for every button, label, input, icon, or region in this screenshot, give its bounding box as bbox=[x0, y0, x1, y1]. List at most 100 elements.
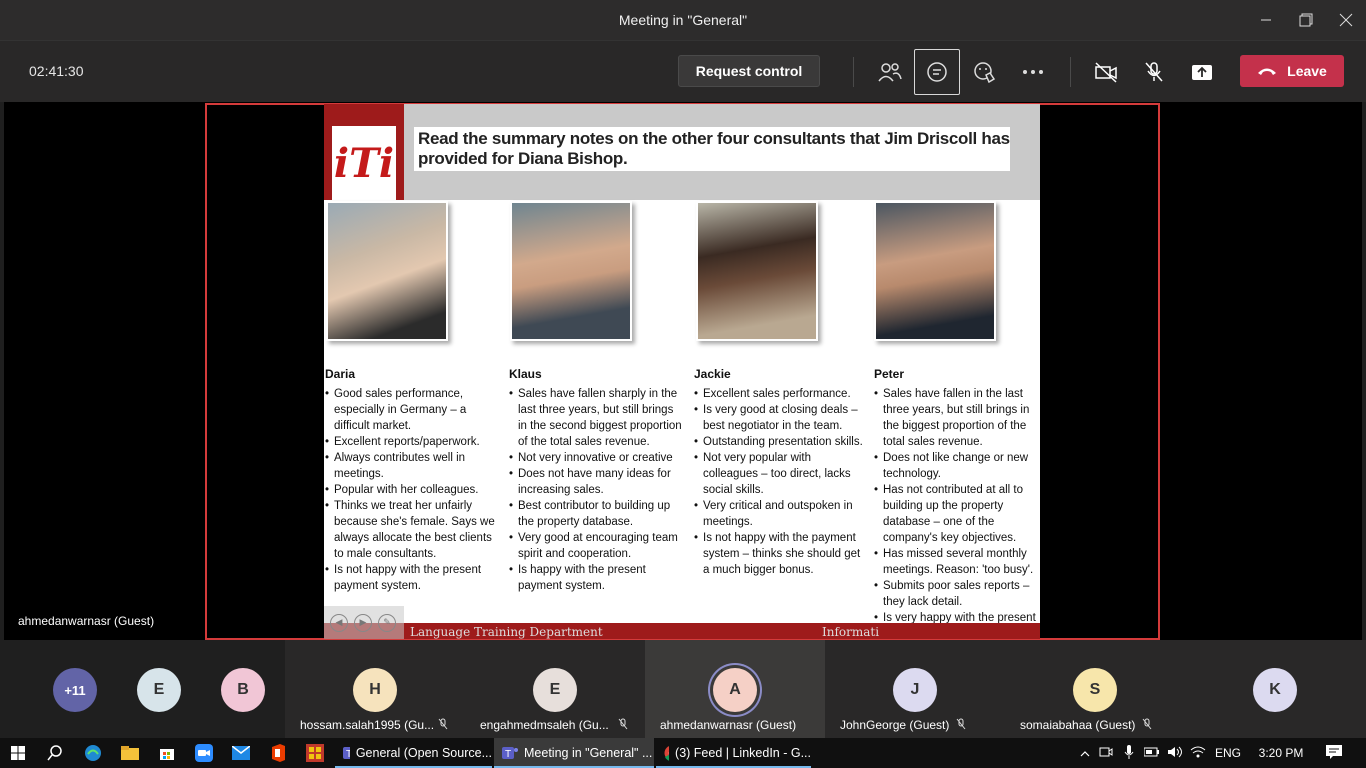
profile-note: Is happy with the present payment system… bbox=[509, 562, 684, 594]
chat-icon[interactable] bbox=[914, 49, 960, 95]
next-slide-icon[interactable]: ▶ bbox=[354, 613, 372, 632]
wifi-icon[interactable] bbox=[1186, 746, 1210, 761]
system-tray: ENG 3:20 PM bbox=[1076, 738, 1352, 768]
avatar[interactable]: B bbox=[221, 668, 265, 712]
profile-name: Daria bbox=[325, 367, 356, 381]
taskbar-app-chrome-linkedin[interactable]: (3) Feed | LinkedIn - G... bbox=[656, 738, 811, 768]
profile-name: Jackie bbox=[694, 367, 731, 381]
request-control-button[interactable]: Request control bbox=[678, 55, 820, 87]
previous-slide-icon[interactable]: ◀ bbox=[330, 613, 348, 632]
avatar: J bbox=[893, 668, 937, 712]
zoom-icon[interactable] bbox=[185, 738, 222, 768]
profile-note: Sales have fallen sharply in the last th… bbox=[509, 386, 684, 450]
office-icon[interactable] bbox=[259, 738, 296, 768]
teams-icon: T bbox=[343, 747, 350, 760]
profile-note: Very good at encouraging team spirit and… bbox=[509, 530, 684, 562]
participant-name: somaiabahaa (Guest) bbox=[1020, 718, 1136, 732]
taskbar-app-label: (3) Feed | LinkedIn - G... bbox=[675, 746, 811, 760]
photo-klaus bbox=[510, 201, 632, 341]
profile-peter: Peter Sales have fallen in the last thre… bbox=[874, 366, 1038, 639]
svg-text:T: T bbox=[505, 749, 511, 760]
profile-daria: Daria Good sales performance, especially… bbox=[325, 366, 495, 594]
iti-logo: iTi bbox=[332, 126, 396, 200]
slide-logo-band: iTi bbox=[324, 104, 404, 200]
minimize-icon[interactable] bbox=[1246, 0, 1286, 40]
profile-note: Does not like change or new technology. bbox=[874, 450, 1038, 482]
mail-icon[interactable] bbox=[222, 738, 259, 768]
footer-department: Language Training Department bbox=[410, 625, 603, 639]
meeting-timer: 02:41:30 bbox=[29, 63, 84, 79]
phone-hangup-icon bbox=[1258, 68, 1277, 75]
reactions-icon[interactable] bbox=[962, 49, 1008, 95]
participant-name: hossam.salah1995 (Gu... bbox=[300, 718, 435, 732]
clock[interactable]: 3:20 PM bbox=[1246, 746, 1316, 760]
meeting-toolbar: 02:41:30 Request control Leave bbox=[0, 40, 1366, 102]
pen-icon[interactable]: ✎ bbox=[378, 613, 396, 632]
photo-daria bbox=[326, 201, 448, 341]
profile-note: Not very innovative or creative bbox=[509, 450, 684, 466]
more-icon[interactable] bbox=[1010, 49, 1056, 95]
profile-name: Peter bbox=[874, 367, 905, 381]
participant-tile[interactable]: H hossam.salah1995 (Gu... bbox=[285, 640, 465, 738]
slide-footer: Language Training Department Informati bbox=[324, 623, 1040, 639]
profile-note: Best contributor to building up the prop… bbox=[509, 498, 684, 530]
profile-jackie: Jackie Excellent sales performance. Is v… bbox=[694, 366, 866, 578]
participant-name: ahmedanwarnasr (Guest) bbox=[660, 718, 797, 732]
mic-off-icon bbox=[1142, 718, 1152, 733]
avatar: A bbox=[713, 668, 757, 712]
participant-tile[interactable]: S somaiabahaa (Guest) bbox=[1005, 640, 1185, 738]
windows-start-icon[interactable] bbox=[0, 738, 36, 768]
logo-text: iTi bbox=[333, 139, 395, 187]
participant-tile[interactable]: J JohnGeorge (Guest) bbox=[825, 640, 1005, 738]
file-explorer-icon[interactable] bbox=[111, 738, 148, 768]
search-icon[interactable] bbox=[36, 738, 73, 768]
profile-note: Submits poor sales reports – they lack d… bbox=[874, 578, 1038, 610]
restore-icon[interactable] bbox=[1286, 0, 1326, 40]
profile-note: Outstanding presentation skills. bbox=[694, 434, 866, 450]
mic-off-icon bbox=[618, 718, 628, 733]
participant-tile[interactable]: E engahmedmsaleh (Gu... bbox=[465, 640, 645, 738]
meet-now-icon[interactable] bbox=[1094, 746, 1118, 761]
chevron-up-icon[interactable] bbox=[1076, 746, 1094, 760]
camera-off-icon[interactable] bbox=[1083, 49, 1129, 95]
profile-note: Has not contributed at all to building u… bbox=[874, 482, 1038, 546]
mic-off-icon[interactable] bbox=[1131, 49, 1177, 95]
gallery-app-icon[interactable] bbox=[296, 738, 333, 768]
overflow-participants-badge[interactable]: +11 bbox=[53, 668, 97, 712]
profile-note: Always contributes well in meetings. bbox=[325, 450, 495, 482]
teams-icon: T bbox=[502, 747, 518, 760]
leave-button[interactable]: Leave bbox=[1240, 55, 1344, 87]
profile-klaus: Klaus Sales have fallen sharply in the l… bbox=[509, 366, 684, 594]
profile-note: Sales have fallen in the last three year… bbox=[874, 386, 1038, 450]
presenter-name: ahmedanwarnasr (Guest) bbox=[18, 614, 155, 628]
footer-right-text: Informati bbox=[822, 625, 880, 639]
avatar: H bbox=[353, 668, 397, 712]
participant-tile-speaking[interactable]: A ahmedanwarnasr (Guest) bbox=[645, 640, 825, 738]
close-icon[interactable] bbox=[1326, 0, 1366, 40]
edge-icon[interactable] bbox=[74, 738, 111, 768]
avatar[interactable]: E bbox=[137, 668, 181, 712]
store-icon[interactable] bbox=[148, 738, 185, 768]
profile-note: Does not have many ideas for increasing … bbox=[509, 466, 684, 498]
volume-icon[interactable] bbox=[1164, 746, 1186, 761]
participant-name: JohnGeorge (Guest) bbox=[840, 718, 950, 732]
notifications-icon[interactable] bbox=[1316, 744, 1352, 762]
people-icon[interactable] bbox=[867, 49, 913, 95]
taskbar-app-teams-general[interactable]: T General (Open Source... bbox=[335, 738, 492, 768]
battery-icon[interactable] bbox=[1140, 746, 1164, 760]
leave-label: Leave bbox=[1287, 63, 1327, 79]
profile-note: Very critical and outspoken in meetings. bbox=[694, 498, 866, 530]
slide-title: Read the summary notes on the other four… bbox=[414, 127, 1010, 171]
profile-note: Has missed several monthly meetings. Rea… bbox=[874, 546, 1038, 578]
avatar: K bbox=[1253, 668, 1297, 712]
share-icon[interactable] bbox=[1179, 49, 1225, 95]
participant-tile[interactable]: K bbox=[1185, 640, 1366, 738]
profile-note: Good sales performance, especially in Ge… bbox=[325, 386, 495, 434]
photo-jackie bbox=[696, 201, 818, 341]
microphone-icon[interactable] bbox=[1118, 744, 1140, 762]
taskbar-app-teams-meeting[interactable]: T Meeting in "General" ... bbox=[494, 738, 654, 768]
profile-note: Is very good at closing deals – best neg… bbox=[694, 402, 866, 434]
profile-note: Excellent sales performance. bbox=[694, 386, 866, 402]
taskbar: T General (Open Source... T Meeting in "… bbox=[0, 738, 1366, 768]
input-language[interactable]: ENG bbox=[1210, 746, 1246, 760]
